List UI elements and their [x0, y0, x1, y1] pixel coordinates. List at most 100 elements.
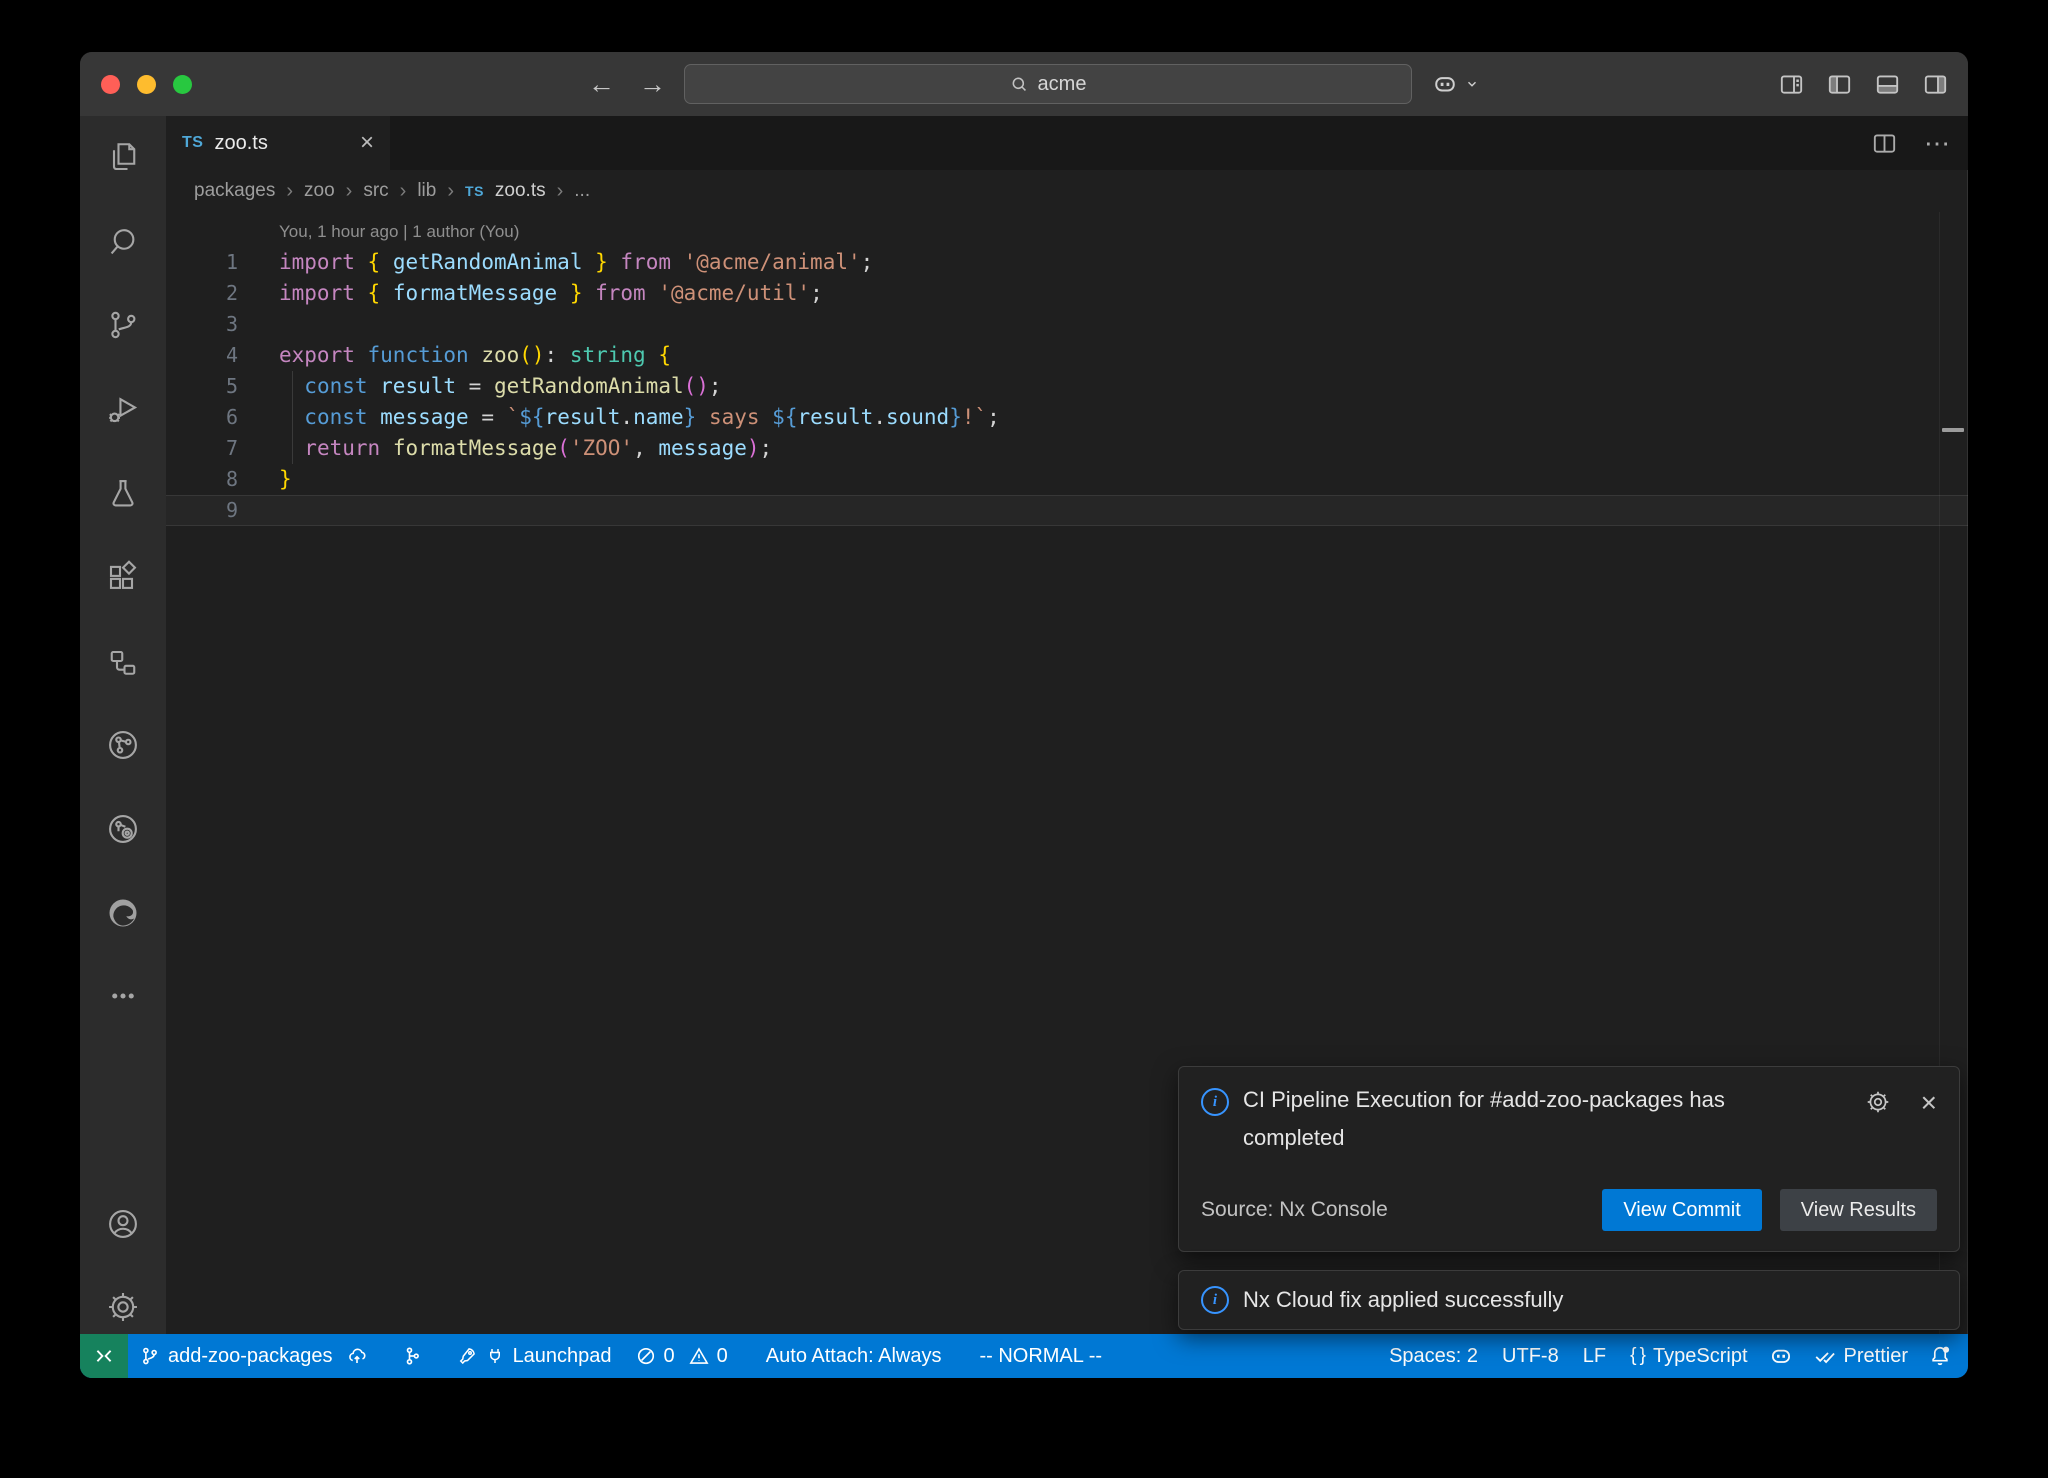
- git-branch-item[interactable]: add-zoo-packages: [128, 1334, 379, 1378]
- encoding-item[interactable]: UTF-8: [1490, 1334, 1571, 1378]
- editor-actions: ⋯: [1872, 116, 1950, 170]
- notification-source: Source: Nx Console: [1201, 1198, 1388, 1222]
- notification-toast: i CI Pipeline Execution for #add-zoo-pac…: [1178, 1066, 1960, 1252]
- account-icon[interactable]: [103, 1204, 143, 1244]
- more-actions-icon[interactable]: ⋯: [1924, 128, 1950, 159]
- tab-label: zoo.ts: [214, 132, 267, 155]
- more-views-icon[interactable]: [103, 976, 143, 1016]
- notification-title: Nx Cloud fix applied successfully: [1243, 1287, 1563, 1313]
- line-number: 7: [166, 433, 238, 464]
- code-line[interactable]: 5 const result = getRandomAnimal();: [166, 371, 1968, 402]
- copilot-menu[interactable]: [1432, 52, 1479, 116]
- vim-mode-item[interactable]: -- NORMAL --: [967, 1334, 1114, 1378]
- line-number: 6: [166, 402, 238, 433]
- settings-gear-icon[interactable]: [103, 1287, 143, 1327]
- git-branch-icon: [140, 1346, 160, 1366]
- breadcrumb-separator-icon: ›: [447, 180, 454, 203]
- notification-settings-icon[interactable]: [1865, 1089, 1891, 1115]
- source-control-icon[interactable]: [103, 305, 143, 345]
- formatter-item[interactable]: Prettier: [1802, 1334, 1920, 1378]
- chevron-down-icon: [1465, 77, 1479, 91]
- zoom-window-button[interactable]: [173, 75, 192, 94]
- rocket-icon: [457, 1346, 477, 1366]
- breadcrumb-file[interactable]: zoo.ts: [495, 180, 546, 202]
- testing-icon[interactable]: [103, 474, 143, 514]
- line-number: 1: [166, 247, 238, 278]
- code-line[interactable]: 4export function zoo(): string {: [166, 340, 1968, 371]
- nx-cloud-icon[interactable]: [103, 809, 143, 849]
- line-number: 9: [166, 495, 238, 526]
- eol-item[interactable]: LF: [1571, 1334, 1618, 1378]
- breadcrumb-item[interactable]: zoo: [304, 180, 335, 202]
- formatter-label: Prettier: [1844, 1345, 1908, 1368]
- close-window-button[interactable]: [101, 75, 120, 94]
- close-tab-icon[interactable]: ×: [360, 131, 374, 155]
- status-bar: add-zoo-packages Launchpad 0 0 Auto A: [80, 1334, 1968, 1378]
- auto-attach-item[interactable]: Auto Attach: Always: [754, 1334, 954, 1378]
- info-icon: i: [1201, 1286, 1229, 1314]
- notifications-bell-item[interactable]: [1920, 1334, 1960, 1378]
- breadcrumb-item[interactable]: src: [363, 180, 388, 202]
- typescript-file-icon: TS: [182, 134, 203, 152]
- code-line[interactable]: 6 const message = `${result.name} says $…: [166, 402, 1968, 433]
- overview-ruler-mark: [1942, 428, 1964, 432]
- vim-mode-label: -- NORMAL --: [979, 1345, 1102, 1368]
- breadcrumb: packages › zoo › src › lib › TS zoo.ts ›…: [166, 170, 1968, 212]
- info-icon: i: [1201, 1088, 1229, 1116]
- customize-layout-icon[interactable]: [1779, 72, 1804, 97]
- language-mode-item[interactable]: { } TypeScript: [1618, 1334, 1759, 1378]
- problems-item[interactable]: 0 0: [624, 1334, 740, 1378]
- history-nav: ← →: [588, 52, 666, 116]
- line-number: 8: [166, 464, 238, 495]
- copilot-icon: [1769, 1344, 1793, 1368]
- branch-name: add-zoo-packages: [168, 1345, 333, 1368]
- run-and-debug-icon[interactable]: [103, 390, 143, 430]
- search-view-icon[interactable]: [103, 222, 143, 262]
- indent-guide: [292, 402, 293, 433]
- notification-close-icon[interactable]: ×: [1921, 1089, 1937, 1117]
- line-number: 4: [166, 340, 238, 371]
- pipeline-status-item[interactable]: [393, 1334, 431, 1378]
- forward-icon[interactable]: →: [639, 69, 666, 100]
- double-check-icon: [1814, 1345, 1836, 1367]
- code-line[interactable]: 2import { formatMessage } from '@acme/ut…: [166, 278, 1968, 309]
- back-icon[interactable]: ←: [588, 69, 615, 100]
- window-controls: [80, 75, 192, 94]
- launchpad-item[interactable]: Launchpad: [445, 1334, 624, 1378]
- tab-bar: TS zoo.ts × ⋯: [166, 116, 1968, 170]
- toggle-sidebar-icon[interactable]: [1827, 72, 1852, 97]
- breadcrumb-separator-icon: ›: [400, 180, 407, 203]
- code-line[interactable]: 8}: [166, 464, 1968, 495]
- plug-icon: [485, 1346, 505, 1366]
- code-line[interactable]: 1import { getRandomAnimal } from '@acme/…: [166, 247, 1968, 278]
- code-line[interactable]: 3: [166, 309, 1968, 340]
- breadcrumb-item[interactable]: packages: [194, 180, 275, 202]
- references-icon[interactable]: [103, 644, 143, 684]
- breadcrumb-item[interactable]: lib: [417, 180, 436, 202]
- command-center-search[interactable]: acme: [684, 64, 1412, 104]
- code-line[interactable]: 9: [166, 495, 1968, 526]
- view-commit-button[interactable]: View Commit: [1602, 1189, 1761, 1231]
- explorer-icon[interactable]: [103, 137, 143, 177]
- indentation-item[interactable]: Spaces: 2: [1377, 1334, 1490, 1378]
- code-line[interactable]: 7 return formatMessage('ZOO', message);: [166, 433, 1968, 464]
- view-results-button[interactable]: View Results: [1780, 1189, 1937, 1231]
- breadcrumb-separator-icon: ›: [557, 180, 564, 203]
- launchpad-label: Launchpad: [513, 1345, 612, 1368]
- copilot-status-item[interactable]: [1760, 1334, 1802, 1378]
- activity-bar: [80, 116, 166, 1334]
- extensions-icon[interactable]: [103, 558, 143, 598]
- remote-icon: [93, 1345, 115, 1367]
- nx-console-icon[interactable]: [103, 725, 143, 765]
- split-editor-icon[interactable]: [1872, 131, 1897, 156]
- layout-controls: [1779, 52, 1948, 116]
- tab-zoo-ts[interactable]: TS zoo.ts ×: [166, 116, 390, 170]
- toggle-panel-icon[interactable]: [1875, 72, 1900, 97]
- breadcrumb-overflow[interactable]: ...: [574, 180, 590, 202]
- edge-devtools-icon[interactable]: [103, 893, 143, 933]
- line-number: 3: [166, 309, 238, 340]
- remote-indicator[interactable]: [80, 1334, 128, 1378]
- toggle-secondary-sidebar-icon[interactable]: [1923, 72, 1948, 97]
- minimize-window-button[interactable]: [137, 75, 156, 94]
- warning-count: 0: [717, 1345, 728, 1368]
